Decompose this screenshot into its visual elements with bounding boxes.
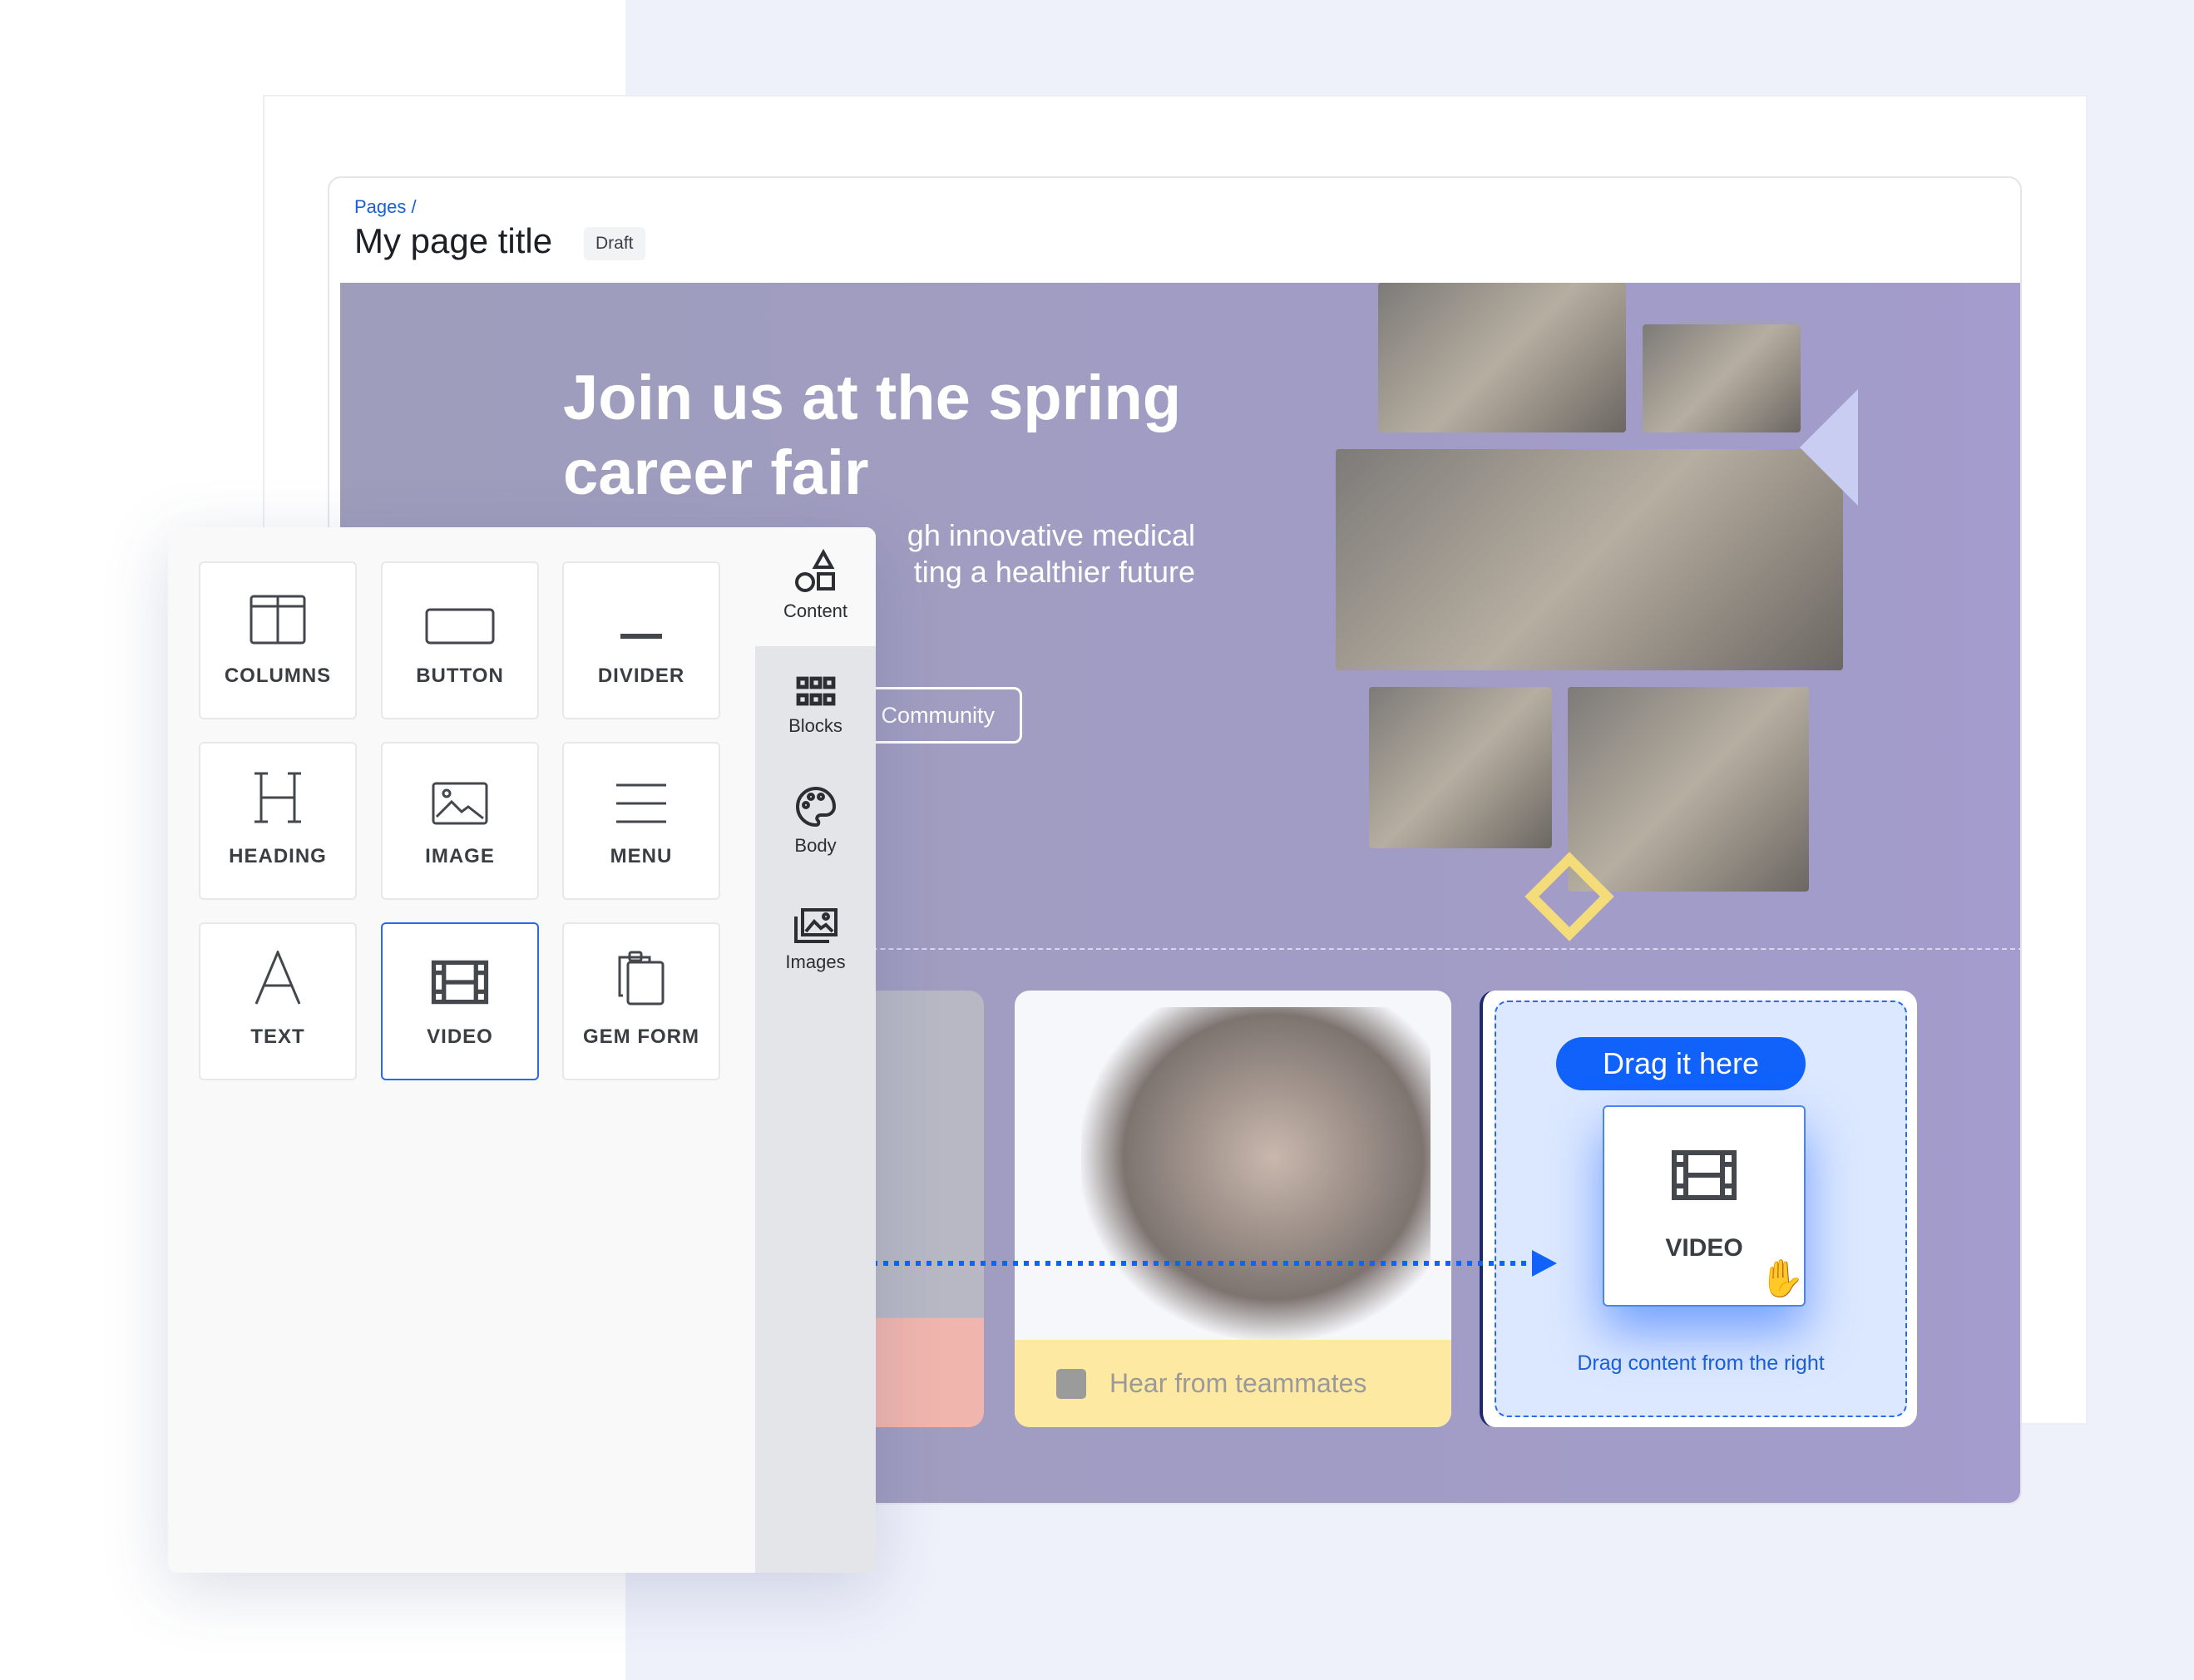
tile-label: DIVIDER <box>597 665 685 687</box>
film-icon <box>431 960 489 1005</box>
tile-video[interactable]: VIDEO <box>381 922 539 1080</box>
heading-icon <box>254 772 301 823</box>
palette-icon <box>795 786 836 828</box>
tile-gem-form[interactable]: GEM FORM <box>562 922 720 1080</box>
tile-label: VIDEO <box>427 1025 493 1048</box>
grid-icon <box>796 676 835 706</box>
shapes-icon <box>794 549 835 592</box>
tab-label: Blocks <box>788 715 843 736</box>
tile-label: TEXT <box>250 1025 305 1048</box>
tile-label: COLUMNS <box>224 665 332 687</box>
tile-heading[interactable]: HEADING <box>199 742 357 900</box>
tab-blocks[interactable]: Blocks <box>755 675 876 737</box>
divider-icon <box>620 634 662 639</box>
content-panel: Content Blocks Body Images COLUMNS BUTTO… <box>168 527 876 1573</box>
tab-body[interactable]: Body <box>755 785 876 857</box>
tile-label: GEM FORM <box>583 1025 699 1048</box>
tile-columns[interactable]: COLUMNS <box>199 561 357 719</box>
images-icon <box>793 908 838 943</box>
tile-label: HEADING <box>229 845 327 867</box>
button-icon <box>425 608 495 645</box>
tab-images[interactable]: Images <box>755 907 876 973</box>
tile-menu[interactable]: MENU <box>562 742 720 900</box>
tile-text[interactable]: TEXT <box>199 922 357 1080</box>
tile-image[interactable]: IMAGE <box>381 742 539 900</box>
tile-label: BUTTON <box>416 665 504 687</box>
tab-label: Images <box>785 951 846 972</box>
tab-content[interactable]: Content <box>755 549 876 622</box>
menu-icon <box>616 783 666 823</box>
tab-label: Body <box>794 835 837 856</box>
text-icon <box>254 951 301 1005</box>
clipboard-icon <box>618 951 665 1006</box>
tile-button[interactable]: BUTTON <box>381 561 539 719</box>
tile-divider[interactable]: DIVIDER <box>562 561 720 719</box>
tab-label: Content <box>783 600 848 621</box>
columns-icon <box>250 595 306 645</box>
tile-label: IMAGE <box>425 845 495 867</box>
image-icon <box>432 782 488 825</box>
tile-label: MENU <box>610 845 673 867</box>
